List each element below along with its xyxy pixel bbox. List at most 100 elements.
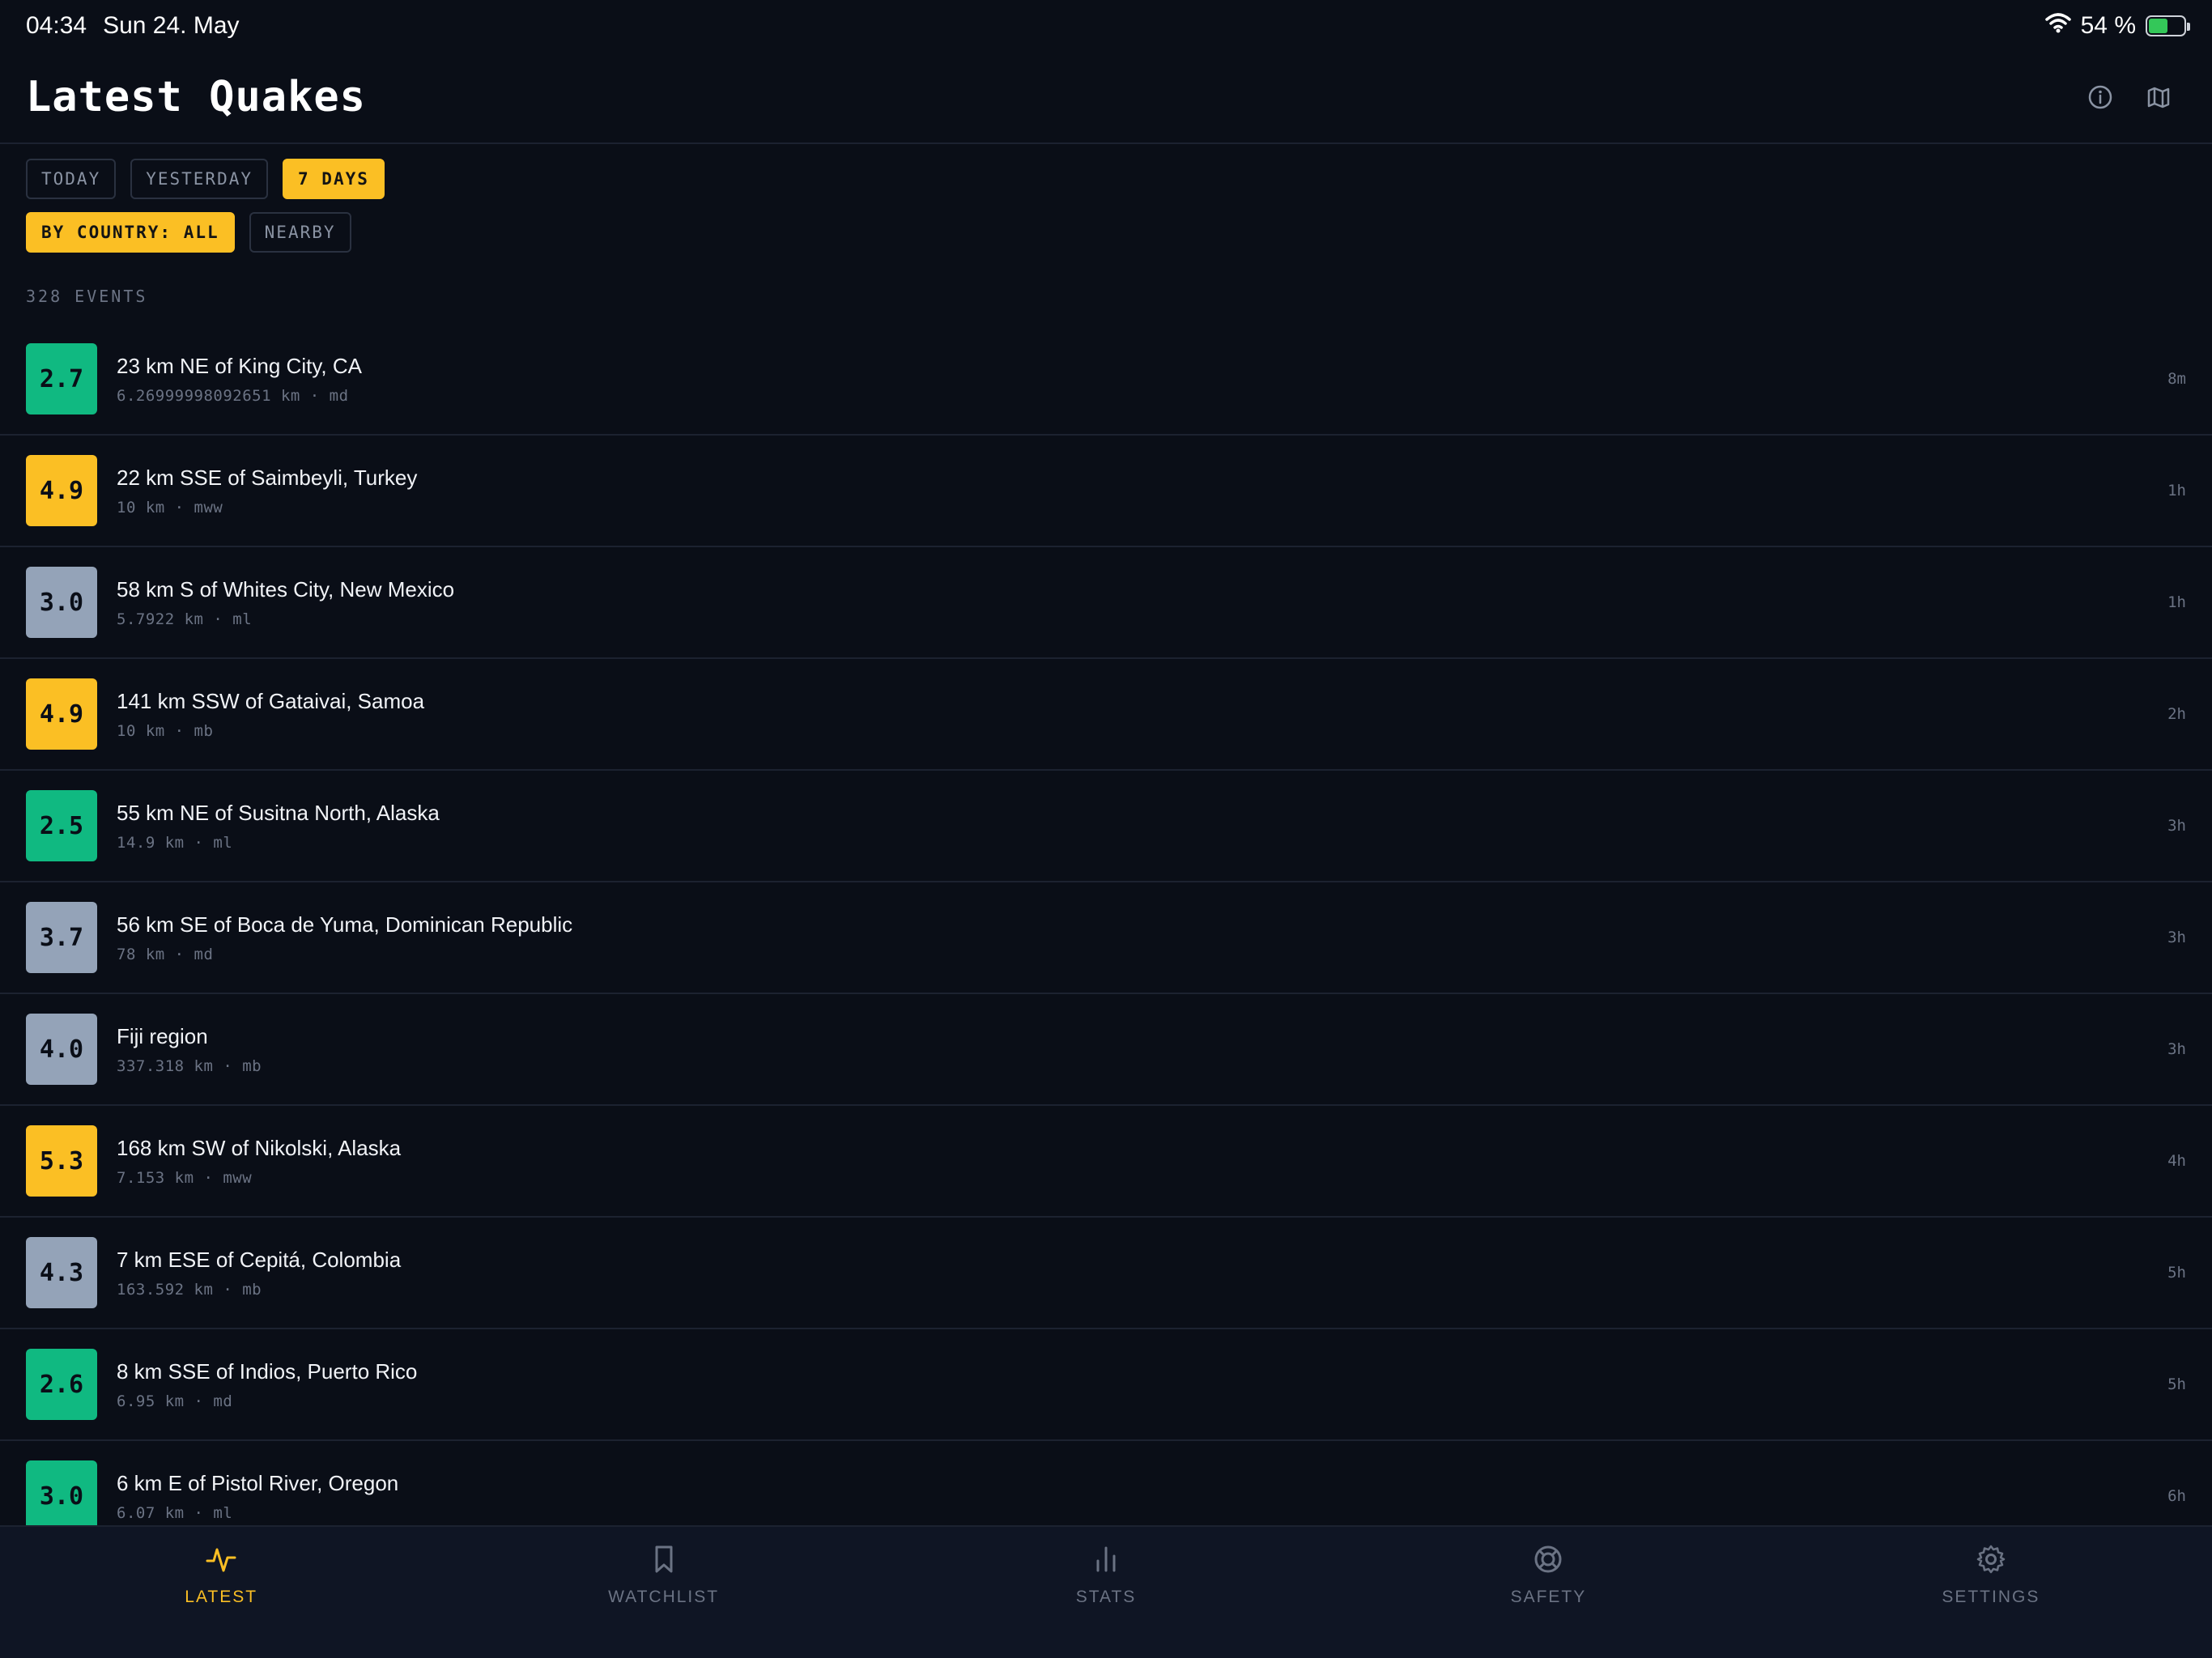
filter-nearby[interactable]: NEARBY xyxy=(249,212,351,253)
quake-info: 55 km NE of Susitna North, Alaska 14.9 km… xyxy=(117,801,440,852)
tab-label: STATS xyxy=(1075,1588,1137,1606)
magnitude-badge: 2.6 xyxy=(26,1349,97,1420)
info-icon xyxy=(2088,85,2112,109)
quake-time: 8m xyxy=(2167,370,2186,388)
filter-yesterday[interactable]: YESTERDAY xyxy=(130,159,269,199)
quake-depth-type: 6.95 km · md xyxy=(117,1392,233,1410)
quake-list: 2.7 23 km NE of King City, CA 6.2699999809… xyxy=(0,324,2212,1553)
quake-info: 7 km ESE of Cepitá, Colombia 163.592 km ·… xyxy=(117,1248,401,1299)
quake-place: 55 km NE of Susitna North, Alaska xyxy=(117,800,440,825)
magnitude-badge: 4.9 xyxy=(26,678,97,750)
quake-place: 7 km ESE of Cepitá, Colombia xyxy=(117,1247,402,1272)
quake-depth-type: 337.318 km · mb xyxy=(117,1056,262,1075)
tab-safety[interactable]: SAFETY xyxy=(1327,1527,1769,1658)
battery-icon xyxy=(2146,15,2190,36)
quake-time: 1h xyxy=(2167,482,2186,500)
tab-latest[interactable]: LATEST xyxy=(0,1527,442,1658)
magnitude-badge: 5.3 xyxy=(26,1125,97,1197)
quake-place: 168 km SW of Nikolski, Alaska xyxy=(117,1135,402,1160)
tab-stats[interactable]: STATS xyxy=(885,1527,1327,1658)
quake-time: 4h xyxy=(2167,1152,2186,1170)
magnitude-badge: 2.7 xyxy=(26,343,97,414)
page-title: Latest Quakes xyxy=(26,73,366,121)
quake-time: 3h xyxy=(2167,1040,2186,1058)
magnitude-badge: 3.7 xyxy=(26,902,97,973)
battery-percent: 54 % xyxy=(2080,12,2136,39)
quake-place: 58 km S of Whites City, New Mexico xyxy=(117,576,455,602)
quake-time: 5h xyxy=(2167,1375,2186,1393)
quake-row[interactable]: 4.3 7 km ESE of Cepitá, Colombia 163.592 k… xyxy=(0,1218,2212,1329)
quake-info: 58 km S of Whites City, New Mexico 5.7922… xyxy=(117,577,454,628)
map-icon xyxy=(2147,87,2170,108)
quake-time: 3h xyxy=(2167,929,2186,946)
magnitude-badge: 3.0 xyxy=(26,1460,97,1532)
battery-fill xyxy=(2149,19,2167,33)
quake-depth-type: 163.592 km · mb xyxy=(117,1280,262,1299)
magnitude-badge: 3.0 xyxy=(26,567,97,638)
filter-today[interactable]: TODAY xyxy=(26,159,117,199)
quake-depth-type: 5.7922 km · ml xyxy=(117,610,253,628)
quake-depth-type: 6.26999998092651 km · md xyxy=(117,386,349,405)
quake-place: 22 km SSE of Saimbeyli, Turkey xyxy=(117,465,418,490)
quake-row[interactable]: 4.9 141 km SSW of Gataivai, Samoa 10 km · … xyxy=(0,659,2212,771)
scope-filter: BY COUNTRY: ALL NEARBY xyxy=(26,212,351,253)
magnitude-badge: 2.5 xyxy=(26,790,97,861)
quake-depth-type: 10 km · mww xyxy=(117,498,223,517)
status-date: Sun 24. May xyxy=(103,12,240,39)
quake-time: 6h xyxy=(2167,1487,2186,1505)
magnitude-badge: 4.3 xyxy=(26,1237,97,1308)
quake-row[interactable]: 4.0 Fiji region 337.318 km · mb 3h xyxy=(0,994,2212,1106)
quake-info: 6 km E of Pistol River, Oregon 6.07 km · … xyxy=(117,1471,398,1522)
quake-row[interactable]: 2.5 55 km NE of Susitna North, Alaska 14.9… xyxy=(0,771,2212,882)
quake-time: 2h xyxy=(2167,705,2186,723)
quake-depth-type: 14.9 km · ml xyxy=(117,833,233,852)
bar-chart-icon xyxy=(1090,1543,1122,1579)
tab-label: LATEST xyxy=(185,1588,258,1606)
quake-place: 6 km E of Pistol River, Oregon xyxy=(117,1470,399,1495)
quake-info: Fiji region 337.318 km · mb xyxy=(117,1024,262,1075)
quake-info: 168 km SW of Nikolski, Alaska 7.153 km · … xyxy=(117,1136,401,1187)
map-button[interactable] xyxy=(2144,83,2173,112)
filter-7-days[interactable]: 7 DAYS xyxy=(283,159,385,199)
quake-row[interactable]: 3.0 58 km S of Whites City, New Mexico 5.7… xyxy=(0,547,2212,659)
header: Latest Quakes xyxy=(0,52,2212,144)
quake-depth-type: 78 km · md xyxy=(117,945,214,963)
status-bar: 04:34 Sun 24. May 54 % xyxy=(0,0,2212,52)
status-time: 04:34 xyxy=(26,12,87,39)
wifi-icon xyxy=(2044,12,2071,40)
quake-place: 56 km SE of Boca de Yuma, Dominican Repu… xyxy=(117,912,573,937)
tab-settings[interactable]: SETTINGS xyxy=(1770,1527,2212,1658)
tab-watchlist[interactable]: WATCHLIST xyxy=(442,1527,884,1658)
info-button[interactable] xyxy=(2086,83,2115,112)
events-count: 328 EVENTS xyxy=(26,287,148,306)
quake-row[interactable]: 4.9 22 km SSE of Saimbeyli, Turkey 10 km ·… xyxy=(0,436,2212,547)
quake-place: Fiji region xyxy=(117,1023,208,1048)
tab-label: WATCHLIST xyxy=(608,1588,720,1606)
quake-info: 56 km SE of Boca de Yuma, Dominican Repu… xyxy=(117,912,572,963)
quake-info: 22 km SSE of Saimbeyli, Turkey 10 km · mw… xyxy=(117,466,417,517)
tab-label: SETTINGS xyxy=(1942,1588,2040,1606)
magnitude-badge: 4.9 xyxy=(26,455,97,526)
tab-label: SAFETY xyxy=(1510,1588,1587,1606)
quake-depth-type: 6.07 km · ml xyxy=(117,1503,233,1522)
quake-place: 23 km NE of King City, CA xyxy=(117,353,362,378)
quake-row[interactable]: 2.7 23 km NE of King City, CA 6.2699999809… xyxy=(0,324,2212,436)
period-filter: TODAY YESTERDAY 7 DAYS xyxy=(26,159,385,199)
quake-info: 23 km NE of King City, CA 6.2699999809265… xyxy=(117,354,362,405)
quake-time: 1h xyxy=(2167,593,2186,611)
bookmark-icon xyxy=(648,1543,680,1579)
quake-row[interactable]: 5.3 168 km SW of Nikolski, Alaska 7.153 km… xyxy=(0,1106,2212,1218)
quake-row[interactable]: 2.6 8 km SSE of Indios, Puerto Rico 6.95 k… xyxy=(0,1329,2212,1441)
quake-depth-type: 7.153 km · mww xyxy=(117,1168,253,1187)
quake-row[interactable]: 3.7 56 km SE of Boca de Yuma, Dominican R… xyxy=(0,882,2212,994)
quake-time: 3h xyxy=(2167,817,2186,835)
quake-depth-type: 10 km · mb xyxy=(117,721,214,740)
filter-by-country[interactable]: BY COUNTRY: ALL xyxy=(26,212,235,253)
tab-bar: LATEST WATCHLIST STATS SAFETY SETTINGS xyxy=(0,1525,2212,1658)
quake-place: 141 km SSW of Gataivai, Samoa xyxy=(117,688,425,713)
activity-icon xyxy=(205,1543,237,1579)
magnitude-badge: 4.0 xyxy=(26,1014,97,1085)
quake-place: 8 km SSE of Indios, Puerto Rico xyxy=(117,1358,418,1384)
lifebuoy-icon xyxy=(1532,1543,1564,1579)
gear-icon xyxy=(1975,1543,2007,1579)
